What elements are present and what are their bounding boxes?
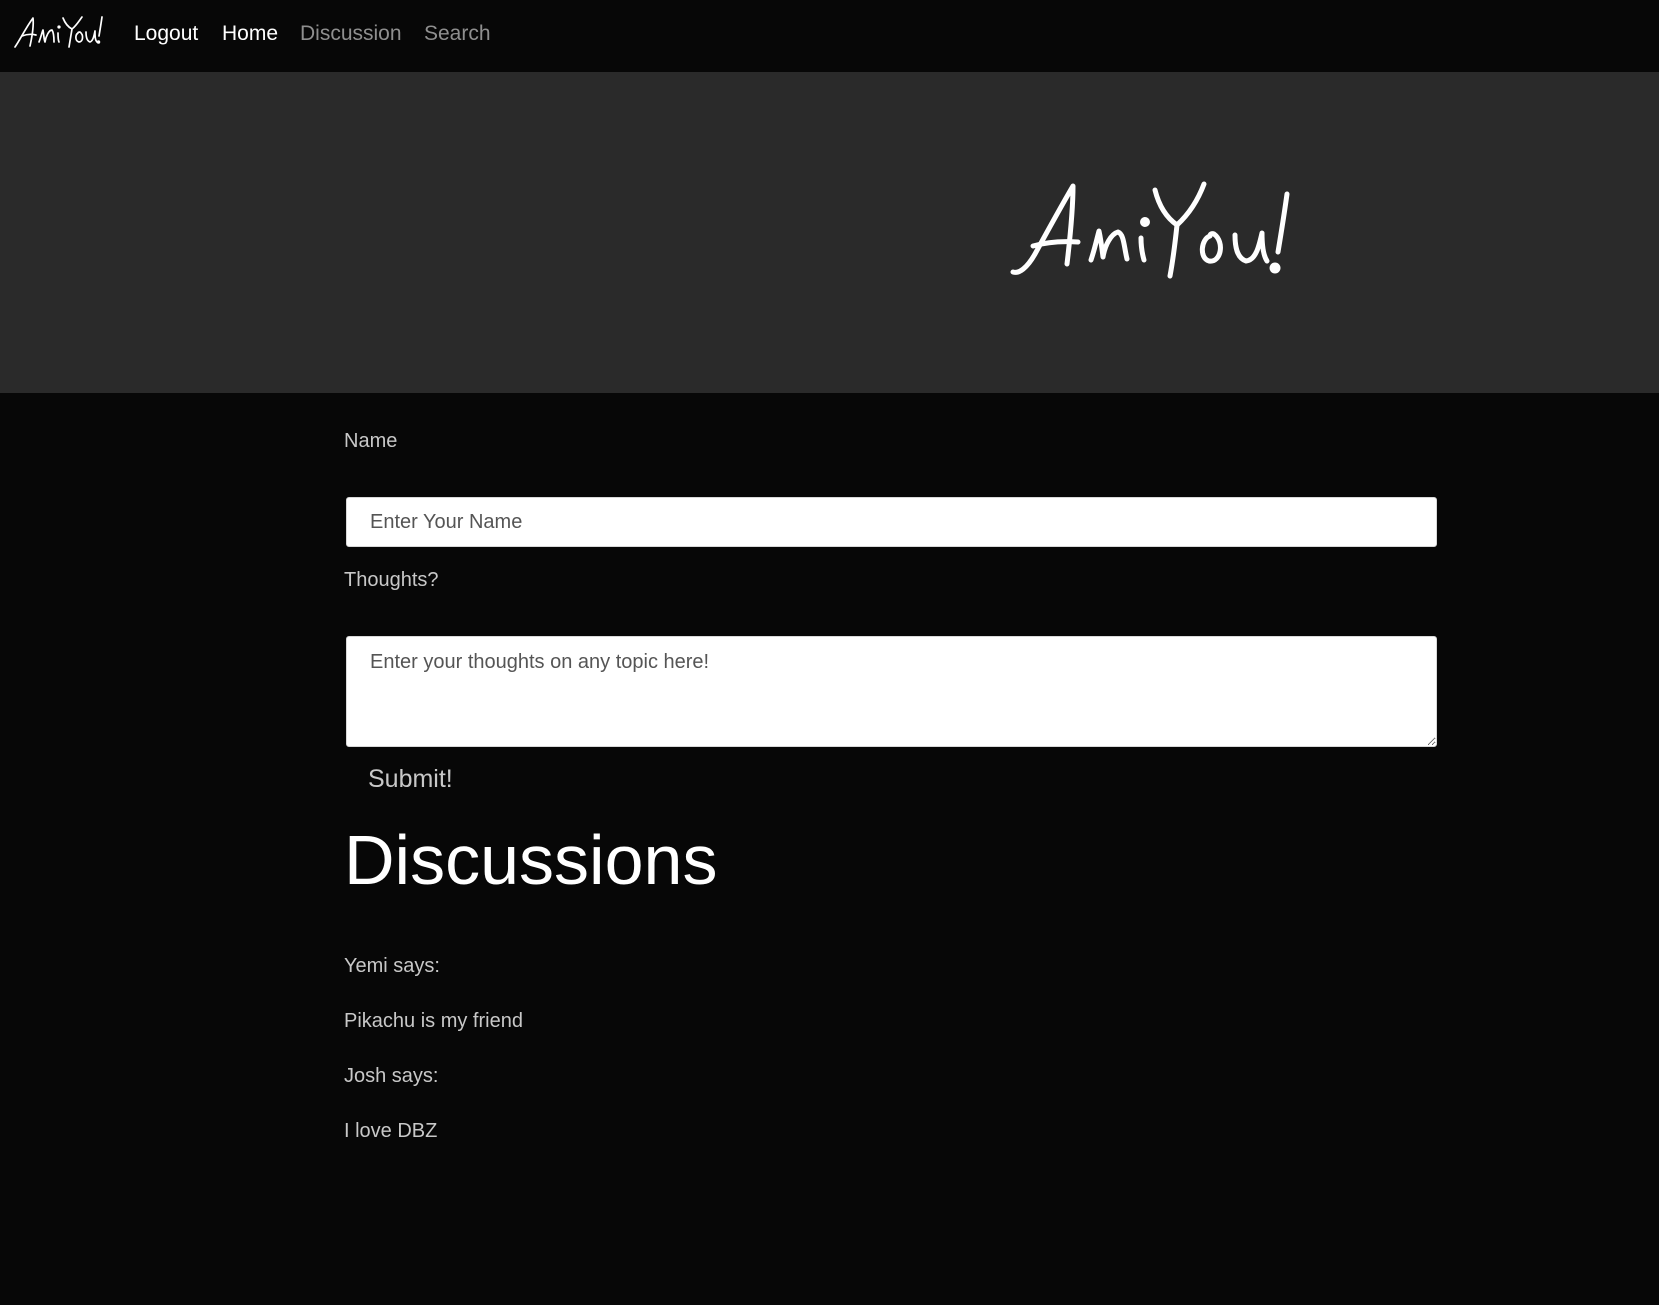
top-navbar: Logout Home Discussion Search	[0, 0, 1659, 72]
thoughts-textarea[interactable]	[346, 636, 1437, 747]
nav-discussion-link[interactable]: Discussion	[300, 22, 402, 46]
hero-logo	[1010, 181, 1290, 279]
name-input[interactable]	[346, 497, 1437, 547]
brand-logo-script	[14, 16, 103, 48]
post-author: Josh says:	[344, 1065, 439, 1087]
submit-button[interactable]: Submit!	[368, 764, 453, 794]
post-text: Pikachu is my friend	[344, 1010, 523, 1032]
nav-search-link[interactable]: Search	[424, 22, 491, 46]
nav-logout-link[interactable]: Logout	[134, 22, 198, 46]
hero-banner	[0, 72, 1659, 393]
discussions-heading: Discussions	[344, 821, 718, 899]
post-author: Yemi says:	[344, 955, 440, 977]
post-text: I love DBZ	[344, 1120, 438, 1142]
name-label: Name	[344, 430, 398, 452]
thoughts-label: Thoughts?	[344, 569, 439, 591]
nav-home-link[interactable]: Home	[222, 22, 278, 46]
